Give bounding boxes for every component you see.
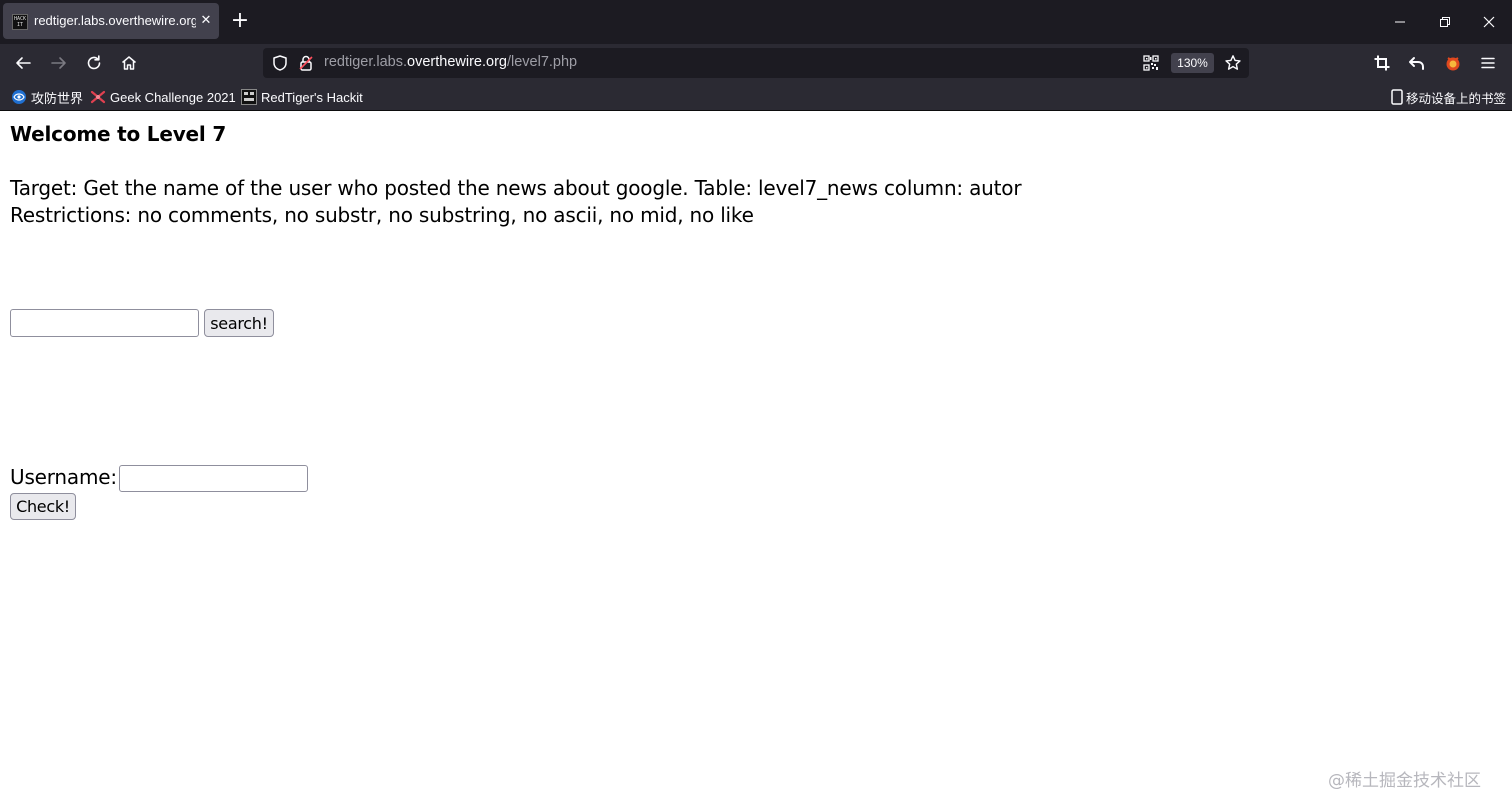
bookmark-label: Geek Challenge 2021 <box>110 89 236 105</box>
extension-icon[interactable] <box>1442 52 1464 74</box>
url-path: /level7.php <box>506 54 578 70</box>
bookmarks-toolbar: 攻防世界 Geek Challenge 2021 RedTiger's Hack… <box>0 82 1512 111</box>
window-minimize-icon[interactable] <box>1389 11 1411 33</box>
home-icon[interactable] <box>118 52 140 74</box>
hamburger-menu-icon[interactable] <box>1477 52 1499 74</box>
check-button[interactable]: Check! <box>10 493 76 520</box>
address-bar[interactable]: redtiger.labs.overthewire.org/level7.php… <box>263 48 1249 78</box>
watermark: @稀土掘金技术社区 <box>1328 771 1481 791</box>
bookmark-label: 攻防世界 <box>31 90 84 106</box>
page-title: Welcome to Level 7 <box>10 122 227 146</box>
screenshot-crop-icon[interactable] <box>1371 52 1393 74</box>
restrictions-text: Restrictions: no comments, no substr, no… <box>10 203 754 227</box>
bookmark-item[interactable]: 攻防世界 <box>11 88 83 106</box>
mobile-bookmarks-folder[interactable]: 移动设备上的书签 <box>1391 88 1506 106</box>
bookmark-label: RedTiger's Hackit <box>261 89 363 105</box>
window-restore-icon[interactable] <box>1434 11 1456 33</box>
navigation-toolbar: redtiger.labs.overthewire.org/level7.php… <box>0 44 1512 82</box>
search-button[interactable]: search! <box>204 309 274 337</box>
geek-icon <box>90 89 106 105</box>
hackit-icon <box>241 89 257 105</box>
mobile-device-icon <box>1391 89 1403 105</box>
qr-code-icon[interactable] <box>1143 55 1159 71</box>
new-tab-plus-icon[interactable]: + <box>229 10 251 32</box>
tab-strip: HACK IT redtiger.labs.overthewire.org/le… <box>0 0 1512 44</box>
web-page-content: Welcome to Level 7 Target: Get the name … <box>0 112 1512 811</box>
bookmark-star-icon[interactable] <box>1224 54 1242 72</box>
globe-icon <box>11 89 27 105</box>
mobile-bookmarks-label: 移动设备上的书签 <box>1406 91 1507 106</box>
tab-favicon: HACK IT <box>12 14 28 30</box>
tab-close-icon[interactable]: ✕ <box>198 12 214 30</box>
forward-arrow-icon[interactable] <box>48 52 70 74</box>
undo-arrow-icon[interactable] <box>1406 52 1428 74</box>
back-arrow-icon[interactable] <box>12 52 34 74</box>
username-input[interactable] <box>119 465 308 492</box>
window-close-icon[interactable] <box>1478 11 1500 33</box>
bookmark-item[interactable]: Geek Challenge 2021 <box>90 88 236 106</box>
username-label: Username: <box>10 465 117 489</box>
tab-title: redtiger.labs.overthewire.org/level7.php <box>34 13 196 28</box>
zoom-level-badge[interactable]: 130% <box>1171 53 1214 73</box>
url-domain: overthewire.org <box>407 54 507 70</box>
insecure-lock-icon[interactable] <box>297 54 315 72</box>
target-text: Target: Get the name of the user who pos… <box>10 176 1022 200</box>
active-tab[interactable]: HACK IT redtiger.labs.overthewire.org/le… <box>3 3 219 39</box>
url-prefix: redtiger.labs. <box>324 54 408 70</box>
url-text[interactable]: redtiger.labs.overthewire.org/level7.php <box>324 54 577 70</box>
bookmark-item[interactable]: RedTiger's Hackit <box>241 88 363 106</box>
reload-icon[interactable] <box>83 52 105 74</box>
tracking-protection-shield-icon[interactable] <box>271 54 289 72</box>
search-input[interactable] <box>10 309 199 337</box>
